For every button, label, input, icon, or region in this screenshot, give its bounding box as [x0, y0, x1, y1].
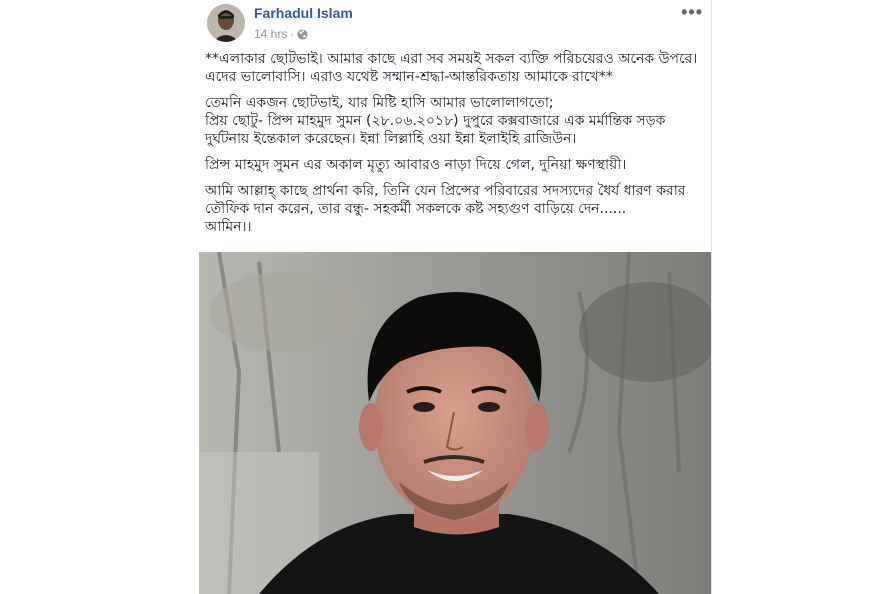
post-text: **এলাকার ছোটভাই। আমার কাছে এরা সব সময়ই … — [205, 50, 705, 244]
post-border — [711, 0, 712, 594]
avatar[interactable] — [207, 4, 245, 42]
post-timestamp[interactable]: 14 hrs — [254, 27, 287, 41]
post-paragraph: **এলাকার ছোটভাই। আমার কাছে এরা সব সময়ই … — [205, 51, 698, 85]
author-name[interactable]: Farhadul Islam — [254, 5, 353, 21]
post-photo[interactable] — [199, 252, 711, 594]
post-paragraph: প্রিন্স মাহমুদ সুমন এর অকাল মৃত্যু আবারও… — [205, 157, 627, 173]
more-options-icon[interactable]: ••• — [681, 3, 703, 21]
globe-icon[interactable] — [297, 28, 308, 40]
post-card: Farhadul Islam 14 hrs · ••• **এলাকার ছোট… — [199, 0, 711, 594]
post-meta: 14 hrs · — [254, 27, 308, 41]
post-paragraph: আমি আল্লাহ্ কাছে প্রার্থনা করি, তিনি যেন… — [205, 183, 686, 235]
post-paragraph: তেমনি একজন ছোটভাই, যার মিষ্টি হাসি আমার … — [205, 95, 666, 147]
post-header: Farhadul Islam 14 hrs · ••• — [199, 0, 711, 46]
meta-separator: · — [290, 27, 295, 41]
